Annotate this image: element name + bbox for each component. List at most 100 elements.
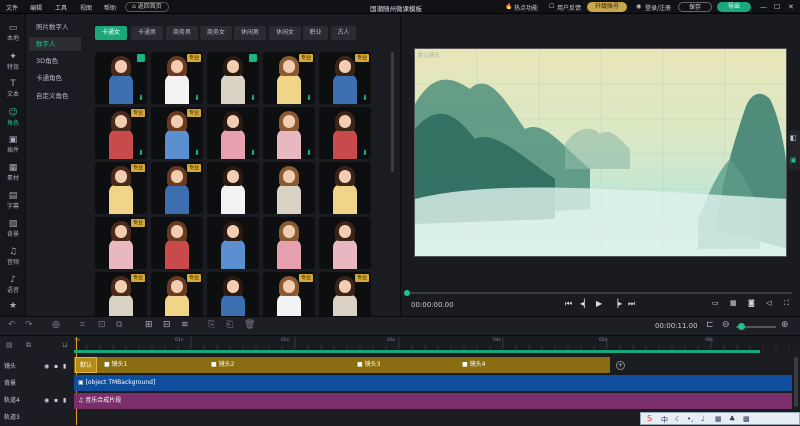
tab-cartoon-male[interactable]: 卡通男: [131, 26, 163, 40]
ratio-icon[interactable]: ▦: [730, 299, 737, 307]
nav-voice[interactable]: ♪ 语音: [0, 274, 26, 296]
copy-icon[interactable]: ⎘: [208, 320, 215, 330]
tab-business-male[interactable]: 商务男: [166, 26, 198, 40]
delete-track-icon[interactable]: ▮: [63, 358, 66, 375]
step-forward-icon[interactable]: ▕▸: [612, 299, 622, 308]
fullscreen-icon[interactable]: ⛶: [784, 299, 789, 308]
sogou-icon[interactable]: S: [647, 414, 652, 423]
tab-ancient[interactable]: 古人: [331, 26, 356, 40]
character-card[interactable]: [207, 162, 259, 214]
character-card[interactable]: [263, 162, 315, 214]
subcat-custom-character[interactable]: 自定义角色: [29, 89, 81, 103]
crop-icon[interactable]: ⌗: [80, 320, 85, 330]
nav-character[interactable]: ☺ 角色: [0, 107, 26, 129]
nav-subtitle[interactable]: ▤ 字幕: [0, 190, 26, 212]
grid-scrollbar[interactable]: [391, 52, 394, 172]
character-card[interactable]: 专业 ⬇: [319, 52, 371, 104]
download-icon[interactable]: ⬇: [362, 95, 368, 102]
preview-canvas[interactable]: 默认镜头: [414, 48, 787, 257]
undo-icon[interactable]: ↶: [8, 320, 16, 330]
ime-toolbar[interactable]: S 中 ☾ •, ♩ ▦ ♣ ▩: [640, 412, 800, 425]
group-icon[interactable]: ⊟: [163, 320, 171, 330]
download-icon[interactable]: ⬇: [250, 150, 256, 157]
minimize-icon[interactable]: —: [760, 3, 767, 11]
tab-cartoon-female[interactable]: 卡通女: [95, 26, 127, 40]
download-icon[interactable]: ⬇: [250, 95, 256, 102]
lock-icon[interactable]: ▣: [790, 156, 797, 164]
layers-icon[interactable]: ≋: [181, 320, 189, 330]
menu-help[interactable]: 帮助: [104, 3, 116, 12]
download-icon[interactable]: ⬇: [362, 150, 368, 157]
character-card[interactable]: 专业 ⬇: [95, 107, 147, 159]
subcat-digital-human[interactable]: 数字人: [29, 37, 81, 51]
eye-icon[interactable]: ◉: [44, 358, 49, 375]
character-card[interactable]: [263, 217, 315, 269]
menu-tools[interactable]: 工具: [55, 3, 67, 12]
character-card[interactable]: ⬇: [263, 107, 315, 159]
add-lens-icon[interactable]: +: [616, 361, 625, 370]
tab-casual-male[interactable]: 休闲男: [234, 26, 266, 40]
nav-audio[interactable]: ♫ 音频: [0, 246, 26, 268]
nav-favorites[interactable]: ★: [0, 300, 26, 314]
tools-icon[interactable]: ▩: [743, 415, 750, 423]
nav-plugin[interactable]: ▣ 插件: [0, 134, 26, 156]
keyboard-icon[interactable]: ▦: [715, 415, 722, 423]
home-button[interactable]: ⌂ 返回首页: [125, 2, 169, 12]
zoom-in-icon[interactable]: ⊕: [781, 320, 789, 330]
download-icon[interactable]: ⬇: [306, 95, 312, 102]
fit-icon[interactable]: ⊏: [706, 320, 714, 330]
subcat-photo-digital-human[interactable]: 照片数字人: [29, 20, 81, 34]
side-tool-panel[interactable]: ◧ ▣: [788, 130, 800, 170]
skin-icon[interactable]: ♣: [729, 415, 735, 423]
moon-icon[interactable]: ☾: [675, 415, 681, 423]
menu-file[interactable]: 文件: [6, 3, 18, 12]
nav-local[interactable]: ▭ 本地: [0, 22, 26, 44]
export-button[interactable]: 导出: [717, 2, 751, 12]
split-icon[interactable]: ⊡: [98, 320, 106, 330]
character-card[interactable]: ⬇: [95, 52, 147, 104]
add-track-icon[interactable]: ▤: [6, 341, 13, 349]
feedback-link[interactable]: 用户反馈: [557, 3, 581, 12]
prev-icon[interactable]: ⏮: [565, 299, 572, 309]
nav-background[interactable]: ▧ 背景: [0, 218, 26, 240]
zoom-slider-handle[interactable]: [738, 323, 745, 330]
record-icon[interactable]: ◎: [52, 320, 60, 330]
menu-edit[interactable]: 编辑: [30, 3, 42, 12]
nav-text[interactable]: T 文本: [0, 78, 26, 100]
track-background[interactable]: 背景: [0, 375, 74, 392]
track-4[interactable]: 轨道4 ◉ ▪ ▮: [0, 392, 74, 409]
mirror-icon[interactable]: ⧉: [116, 320, 122, 330]
download-icon[interactable]: ⬇: [138, 95, 144, 102]
layer-icon[interactable]: ◧: [790, 134, 797, 142]
play-icon[interactable]: ▶: [596, 299, 602, 308]
character-card[interactable]: 专业: [95, 162, 147, 214]
nav-material[interactable]: ▦ 素材: [0, 162, 26, 184]
background-clip[interactable]: ▣ [object TMBackground]: [74, 375, 792, 391]
insert-icon[interactable]: ⊞: [145, 320, 153, 330]
lens-clip-1[interactable]: ■ 镜头1: [100, 357, 127, 373]
step-back-icon[interactable]: ◂▏: [580, 299, 590, 308]
tab-professional[interactable]: 职业: [303, 26, 328, 40]
paste-icon[interactable]: ⎗: [226, 320, 233, 330]
timeline-ruler[interactable]: 0s 01s 02s 03s 04s 05s 06s: [74, 337, 800, 349]
tab-casual-female[interactable]: 休闲女: [269, 26, 301, 40]
menu-view[interactable]: 视图: [80, 3, 92, 12]
lens-clip-4[interactable]: ■ 镜头4: [458, 357, 485, 373]
track-settings-icon[interactable]: ⧉: [26, 341, 31, 350]
delete-icon[interactable]: 🗑: [244, 320, 255, 330]
maximize-icon[interactable]: ☐: [774, 3, 780, 11]
login-link[interactable]: 登录/注册: [645, 3, 671, 12]
character-card[interactable]: 专业 ⬇: [151, 107, 203, 159]
character-card[interactable]: [151, 217, 203, 269]
next-icon[interactable]: ⏭: [628, 299, 635, 309]
subcat-cartoon-character[interactable]: 卡通角色: [29, 71, 81, 85]
screen-icon[interactable]: ▭: [712, 299, 719, 307]
preview-progress-bar[interactable]: [405, 292, 792, 294]
download-icon[interactable]: ⬇: [306, 150, 312, 157]
download-icon[interactable]: ⬇: [194, 95, 200, 102]
punct-icon[interactable]: •,: [687, 415, 693, 423]
character-card[interactable]: 专业 ⬇: [263, 52, 315, 104]
upgrade-button[interactable]: 升级账号: [587, 2, 627, 12]
mic-icon[interactable]: ♩: [701, 415, 704, 423]
tab-business-female[interactable]: 商务女: [200, 26, 232, 40]
